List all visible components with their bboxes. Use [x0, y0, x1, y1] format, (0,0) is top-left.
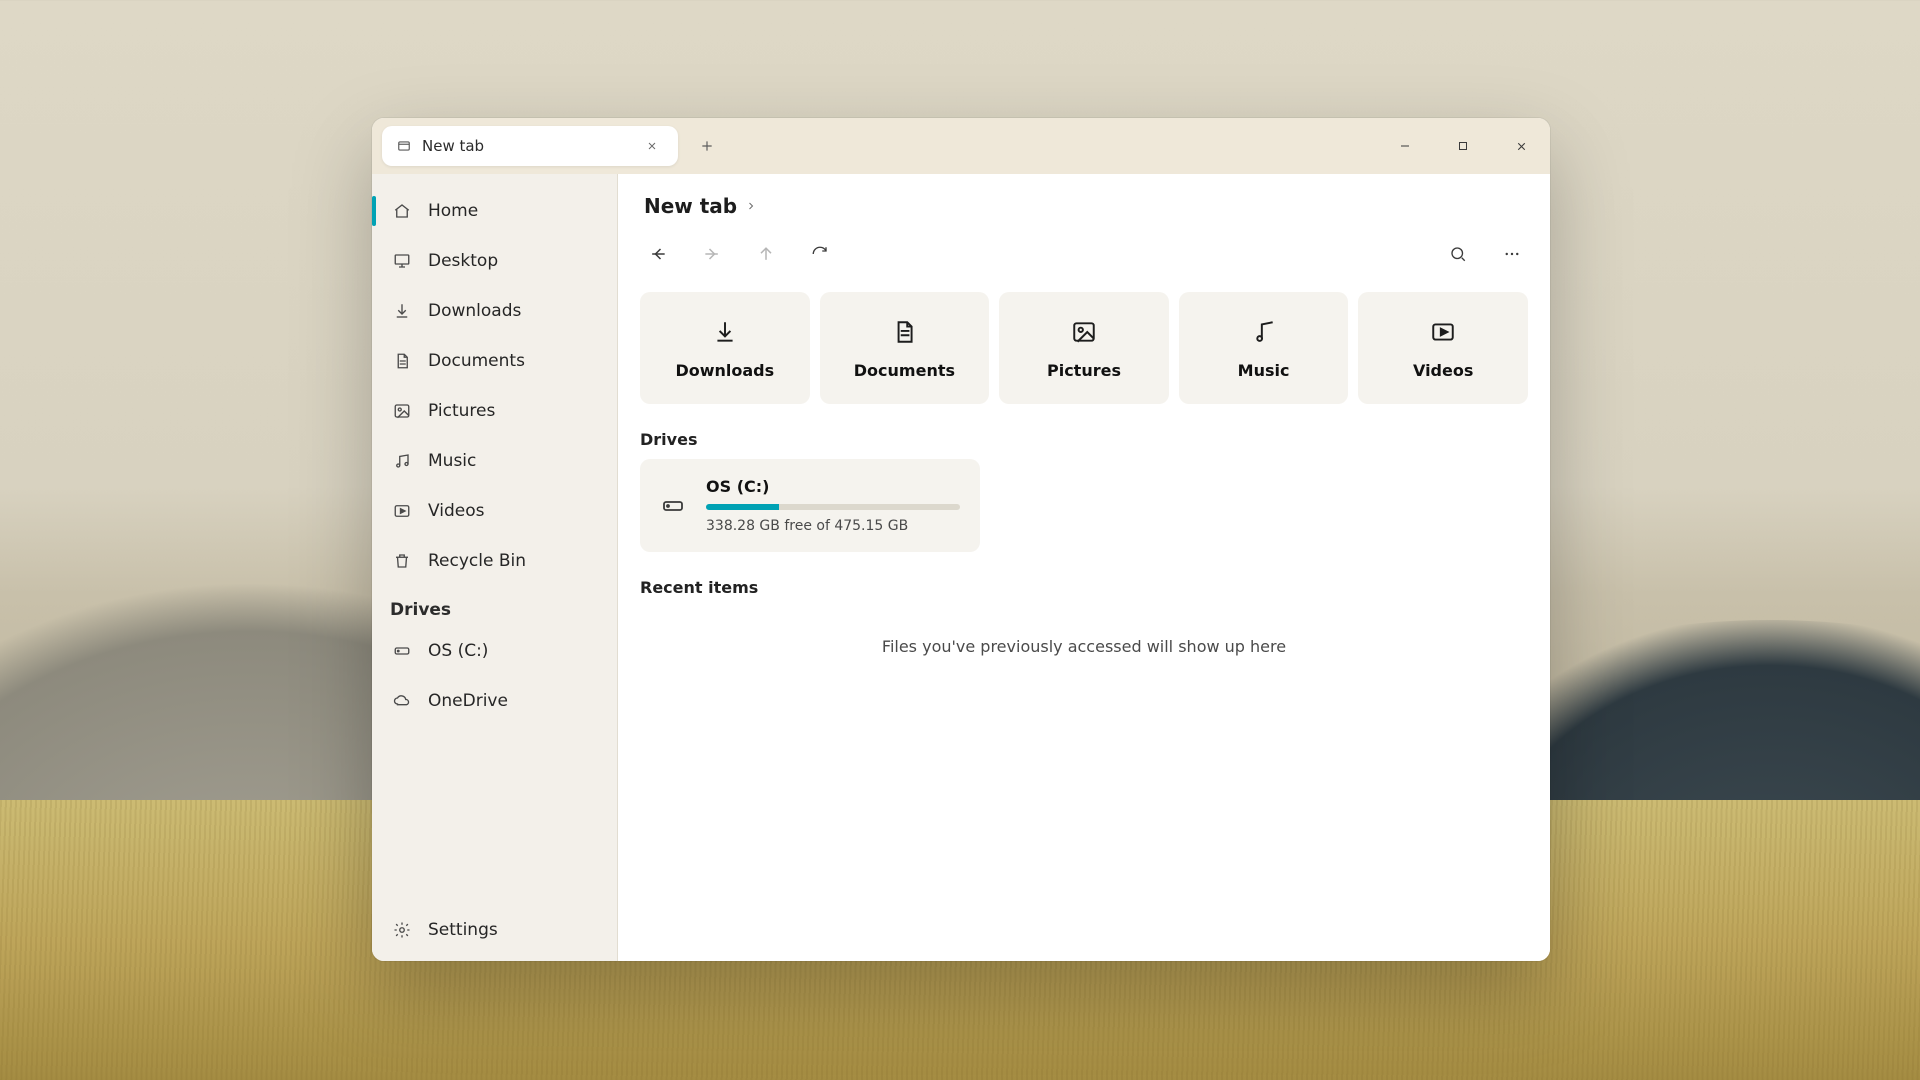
sidebar-drive-os-c[interactable]: OS (C:) — [372, 626, 617, 676]
titlebar: New tab — [372, 118, 1550, 174]
quick-documents[interactable]: Documents — [820, 292, 990, 404]
drive-usage-bar — [706, 504, 960, 510]
music-icon — [1249, 317, 1279, 347]
window-controls — [1376, 118, 1550, 174]
minimize-button[interactable] — [1376, 118, 1434, 174]
toolbar — [618, 224, 1550, 292]
sidebar-item-pictures[interactable]: Pictures — [372, 386, 617, 436]
sidebar-item-downloads[interactable]: Downloads — [372, 286, 617, 336]
search-button[interactable] — [1438, 234, 1478, 274]
download-icon — [392, 301, 412, 321]
quick-label: Pictures — [1047, 361, 1121, 380]
forward-button[interactable] — [692, 234, 732, 274]
main-content: New tab — [618, 174, 1550, 961]
sidebar-drives-header: Drives — [372, 586, 617, 626]
image-icon — [392, 401, 412, 421]
sidebar-item-videos[interactable]: Videos — [372, 486, 617, 536]
sidebar-item-desktop[interactable]: Desktop — [372, 236, 617, 286]
video-icon — [1428, 317, 1458, 347]
page-title: New tab — [644, 194, 737, 218]
sidebar: Home Desktop Downloads Documents — [372, 174, 618, 961]
back-button[interactable] — [638, 234, 678, 274]
refresh-button[interactable] — [800, 234, 840, 274]
tab-close-button[interactable] — [640, 134, 664, 158]
sidebar-settings[interactable]: Settings — [372, 905, 617, 955]
sidebar-item-label: Documents — [428, 351, 525, 371]
drive-name: OS (C:) — [706, 477, 960, 496]
quick-downloads[interactable]: Downloads — [640, 292, 810, 404]
sidebar-item-home[interactable]: Home — [372, 186, 617, 236]
drive-icon — [660, 493, 686, 519]
cloud-icon — [392, 691, 412, 711]
new-tab-button[interactable] — [690, 129, 724, 163]
sidebar-item-label: Pictures — [428, 401, 495, 421]
drive-info: OS (C:) 338.28 GB free of 475.15 GB — [706, 477, 960, 534]
desktop-icon — [392, 251, 412, 271]
document-icon — [889, 317, 919, 347]
window-icon — [396, 138, 412, 154]
breadcrumb: New tab — [618, 174, 1550, 224]
image-icon — [1069, 317, 1099, 347]
sidebar-item-label: OneDrive — [428, 691, 508, 711]
maximize-button[interactable] — [1434, 118, 1492, 174]
quick-label: Music — [1238, 361, 1290, 380]
close-button[interactable] — [1492, 118, 1550, 174]
drive-os-c[interactable]: OS (C:) 338.28 GB free of 475.15 GB — [640, 459, 980, 552]
sidebar-item-music[interactable]: Music — [372, 436, 617, 486]
music-icon — [392, 451, 412, 471]
trash-icon — [392, 551, 412, 571]
sidebar-onedrive[interactable]: OneDrive — [372, 676, 617, 726]
gear-icon — [392, 920, 412, 940]
download-icon — [710, 317, 740, 347]
sidebar-item-label: Desktop — [428, 251, 498, 271]
quick-access-row: Downloads Documents Pictures — [618, 292, 1550, 404]
file-explorer-window: New tab Home — [372, 118, 1550, 961]
recent-empty-text: Files you've previously accessed will sh… — [618, 607, 1550, 686]
quick-label: Videos — [1413, 361, 1473, 380]
tab-title: New tab — [422, 137, 630, 155]
more-button[interactable] — [1492, 234, 1532, 274]
sidebar-item-label: Recycle Bin — [428, 551, 526, 571]
home-icon — [392, 201, 412, 221]
video-icon — [392, 501, 412, 521]
chevron-right-icon — [745, 200, 757, 212]
drive-icon — [392, 641, 412, 661]
sidebar-item-documents[interactable]: Documents — [372, 336, 617, 386]
sidebar-item-label: Music — [428, 451, 476, 471]
sidebar-item-label: Downloads — [428, 301, 521, 321]
tab-new-tab[interactable]: New tab — [382, 126, 678, 166]
document-icon — [392, 351, 412, 371]
drive-subtext: 338.28 GB free of 475.15 GB — [706, 518, 960, 534]
sidebar-item-label: OS (C:) — [428, 641, 488, 661]
up-button[interactable] — [746, 234, 786, 274]
sidebar-item-label: Home — [428, 201, 478, 221]
quick-label: Downloads — [675, 361, 774, 380]
sidebar-item-recycle-bin[interactable]: Recycle Bin — [372, 536, 617, 586]
drives-header: Drives — [618, 404, 1550, 459]
sidebar-item-label: Settings — [428, 920, 498, 940]
recent-header: Recent items — [618, 552, 1550, 607]
quick-label: Documents — [854, 361, 955, 380]
quick-music[interactable]: Music — [1179, 292, 1349, 404]
quick-pictures[interactable]: Pictures — [999, 292, 1169, 404]
sidebar-item-label: Videos — [428, 501, 485, 521]
drive-usage-fill — [706, 504, 779, 510]
quick-videos[interactable]: Videos — [1358, 292, 1528, 404]
